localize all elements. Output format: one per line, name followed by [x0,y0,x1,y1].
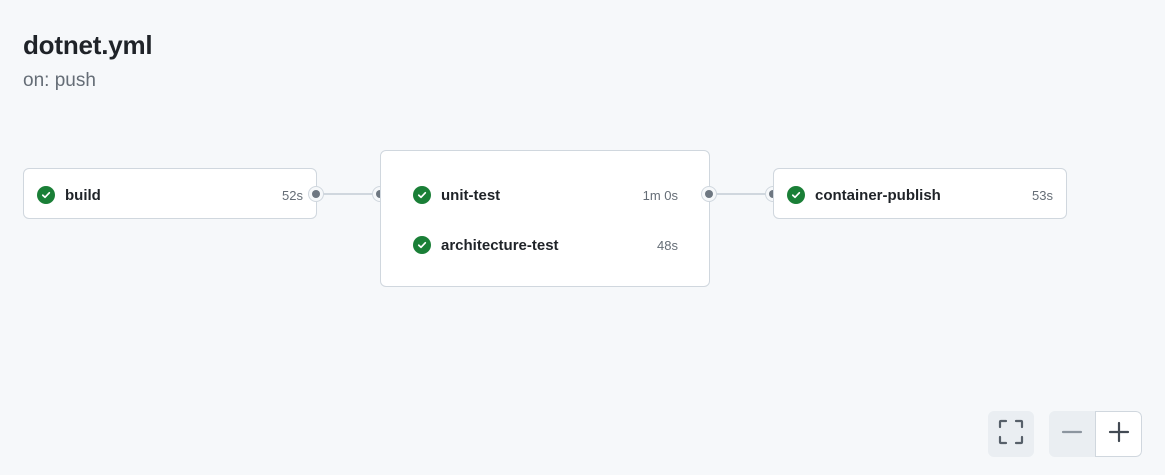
workflow-trigger: on: push [23,70,96,91]
connector-line [715,193,769,195]
zoom-controls [1049,411,1142,457]
job-card-container-publish: container-publish 53s [773,168,1067,219]
zoom-in-button[interactable] [1095,411,1142,457]
job-name: container-publish [815,186,941,204]
job-container-publish[interactable]: container-publish 53s [787,185,1053,205]
job-card-build: build 52s [23,168,317,219]
check-circle-icon [413,186,431,204]
fullscreen-icon [998,419,1024,450]
job-name: unit-test [441,186,501,204]
connector-dot [701,186,717,202]
minus-icon [1061,421,1083,448]
job-duration: 53s [1032,187,1053,203]
job-unit-test[interactable]: unit-test 1m 0s [413,185,678,205]
job-build[interactable]: build 52s [37,185,303,205]
job-duration: 1m 0s [642,187,678,203]
job-architecture-test[interactable]: architecture-test 48s [413,235,678,255]
workflow-title: dotnet.yml [23,30,153,60]
fullscreen-button[interactable] [988,411,1034,457]
job-duration: 52s [282,187,303,203]
job-duration: 48s [657,237,678,253]
check-circle-icon [787,186,805,204]
plus-icon [1108,421,1130,448]
connector-dot [308,186,324,202]
zoom-out-button[interactable] [1049,411,1095,457]
check-circle-icon [37,186,55,204]
job-group-card: unit-test 1m 0s architecture-test 48s [380,150,710,287]
job-name: architecture-test [441,236,559,254]
check-circle-icon [413,236,431,254]
job-name: build [65,186,101,204]
connector-line [322,193,376,195]
